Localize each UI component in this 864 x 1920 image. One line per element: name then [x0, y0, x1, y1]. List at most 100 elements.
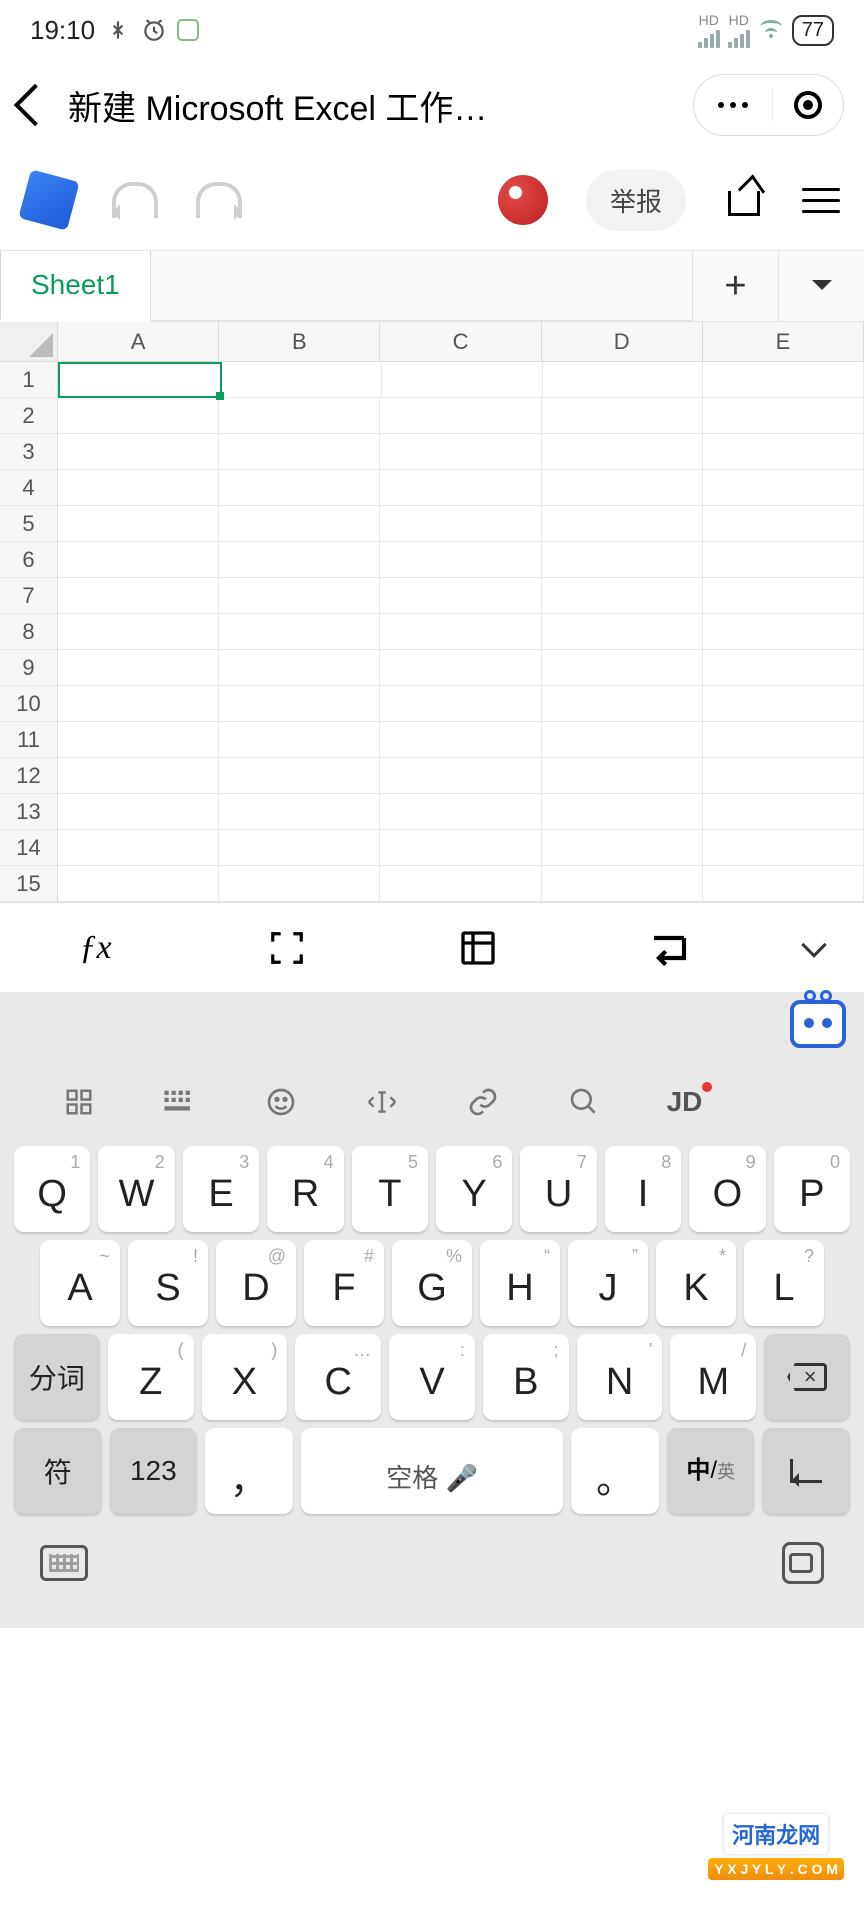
row-header[interactable]: 13 — [0, 794, 58, 830]
cell[interactable] — [58, 578, 219, 614]
cell[interactable] — [58, 614, 219, 650]
cell[interactable] — [703, 650, 864, 686]
key-e[interactable]: 3E — [183, 1146, 259, 1232]
cell[interactable] — [380, 758, 541, 794]
key-k[interactable]: *K — [656, 1240, 736, 1326]
cell[interactable] — [219, 470, 380, 506]
return-button[interactable] — [573, 930, 764, 966]
key-n[interactable]: 'N — [577, 1334, 663, 1420]
numbers-key[interactable]: 123 — [110, 1428, 198, 1514]
key-y[interactable]: 6Y — [436, 1146, 512, 1232]
cell[interactable] — [380, 614, 541, 650]
redo-button[interactable] — [196, 182, 242, 218]
key-z[interactable]: (Z — [108, 1334, 194, 1420]
row-header[interactable]: 7 — [0, 578, 58, 614]
cell[interactable] — [542, 542, 703, 578]
period-key[interactable]: 。 — [571, 1428, 659, 1514]
clipboard-button[interactable] — [782, 1542, 824, 1584]
cell[interactable] — [219, 614, 380, 650]
key-a[interactable]: ~A — [40, 1240, 120, 1326]
row-header[interactable]: 15 — [0, 866, 58, 902]
keyboard-toggle-button[interactable] — [40, 1545, 88, 1581]
key-o[interactable]: 9O — [689, 1146, 765, 1232]
add-sheet-button[interactable]: + — [692, 251, 778, 321]
language-key[interactable]: 中/英 — [667, 1428, 755, 1514]
backspace-key[interactable] — [764, 1334, 850, 1420]
symbols-key[interactable]: 符 — [14, 1428, 102, 1514]
fullscreen-button[interactable] — [191, 929, 382, 967]
spreadsheet-grid[interactable]: ABCDE123456789101112131415 — [0, 322, 864, 902]
cell[interactable] — [703, 722, 864, 758]
cell[interactable] — [58, 650, 219, 686]
key-i[interactable]: 8I — [605, 1146, 681, 1232]
cell[interactable] — [380, 794, 541, 830]
cell[interactable] — [703, 866, 864, 902]
cell[interactable] — [58, 506, 219, 542]
row-header[interactable]: 12 — [0, 758, 58, 794]
row-header[interactable]: 8 — [0, 614, 58, 650]
cell[interactable] — [219, 434, 380, 470]
undo-button[interactable] — [112, 182, 158, 218]
report-button[interactable]: 举报 — [586, 170, 686, 231]
cell[interactable] — [380, 506, 541, 542]
cell[interactable] — [219, 578, 380, 614]
key-h[interactable]: “H — [480, 1240, 560, 1326]
cell[interactable] — [219, 650, 380, 686]
cell[interactable] — [380, 830, 541, 866]
key-b[interactable]: ;B — [483, 1334, 569, 1420]
row-header[interactable]: 11 — [0, 722, 58, 758]
key-x[interactable]: )X — [202, 1334, 288, 1420]
cell[interactable] — [219, 866, 380, 902]
cell[interactable] — [380, 470, 541, 506]
assistant-icon[interactable] — [790, 1000, 846, 1048]
cell[interactable] — [703, 398, 864, 434]
cell[interactable] — [542, 866, 703, 902]
cell[interactable] — [58, 542, 219, 578]
cell[interactable] — [219, 398, 380, 434]
cell[interactable] — [703, 542, 864, 578]
sheet-tab-active[interactable]: Sheet1 — [0, 251, 151, 322]
row-header[interactable]: 2 — [0, 398, 58, 434]
cell[interactable] — [380, 866, 541, 902]
cell[interactable] — [380, 434, 541, 470]
cell[interactable] — [58, 866, 219, 902]
cell[interactable] — [380, 722, 541, 758]
key-s[interactable]: !S — [128, 1240, 208, 1326]
enter-key[interactable] — [762, 1428, 850, 1514]
key-l[interactable]: ?L — [744, 1240, 824, 1326]
key-m[interactable]: /M — [670, 1334, 756, 1420]
close-capsule-button[interactable] — [773, 91, 843, 119]
back-button[interactable] — [14, 84, 56, 126]
keyboard-icon[interactable] — [129, 1088, 230, 1116]
cell[interactable] — [542, 506, 703, 542]
cell[interactable] — [380, 650, 541, 686]
cell[interactable] — [58, 758, 219, 794]
fenci-key[interactable]: 分词 — [14, 1334, 100, 1420]
cell[interactable] — [542, 614, 703, 650]
cell[interactable] — [219, 506, 380, 542]
cell[interactable] — [380, 398, 541, 434]
cell[interactable] — [542, 578, 703, 614]
sheet-dropdown-button[interactable] — [778, 251, 864, 321]
cell[interactable] — [58, 722, 219, 758]
cell[interactable] — [380, 686, 541, 722]
cell[interactable] — [703, 362, 864, 398]
cell[interactable] — [703, 506, 864, 542]
row-header[interactable]: 10 — [0, 686, 58, 722]
fx-button[interactable]: ƒx — [0, 929, 191, 967]
cell[interactable] — [703, 830, 864, 866]
key-r[interactable]: 4R — [267, 1146, 343, 1232]
column-header[interactable]: E — [703, 322, 864, 362]
cell[interactable] — [219, 758, 380, 794]
cell[interactable] — [703, 614, 864, 650]
row-header[interactable]: 5 — [0, 506, 58, 542]
cell[interactable] — [542, 398, 703, 434]
key-c[interactable]: …C — [295, 1334, 381, 1420]
column-header[interactable]: C — [380, 322, 541, 362]
cell[interactable] — [542, 434, 703, 470]
cell[interactable] — [219, 542, 380, 578]
cell[interactable] — [542, 470, 703, 506]
cell[interactable] — [58, 434, 219, 470]
cell[interactable] — [222, 362, 383, 398]
cell[interactable] — [703, 578, 864, 614]
